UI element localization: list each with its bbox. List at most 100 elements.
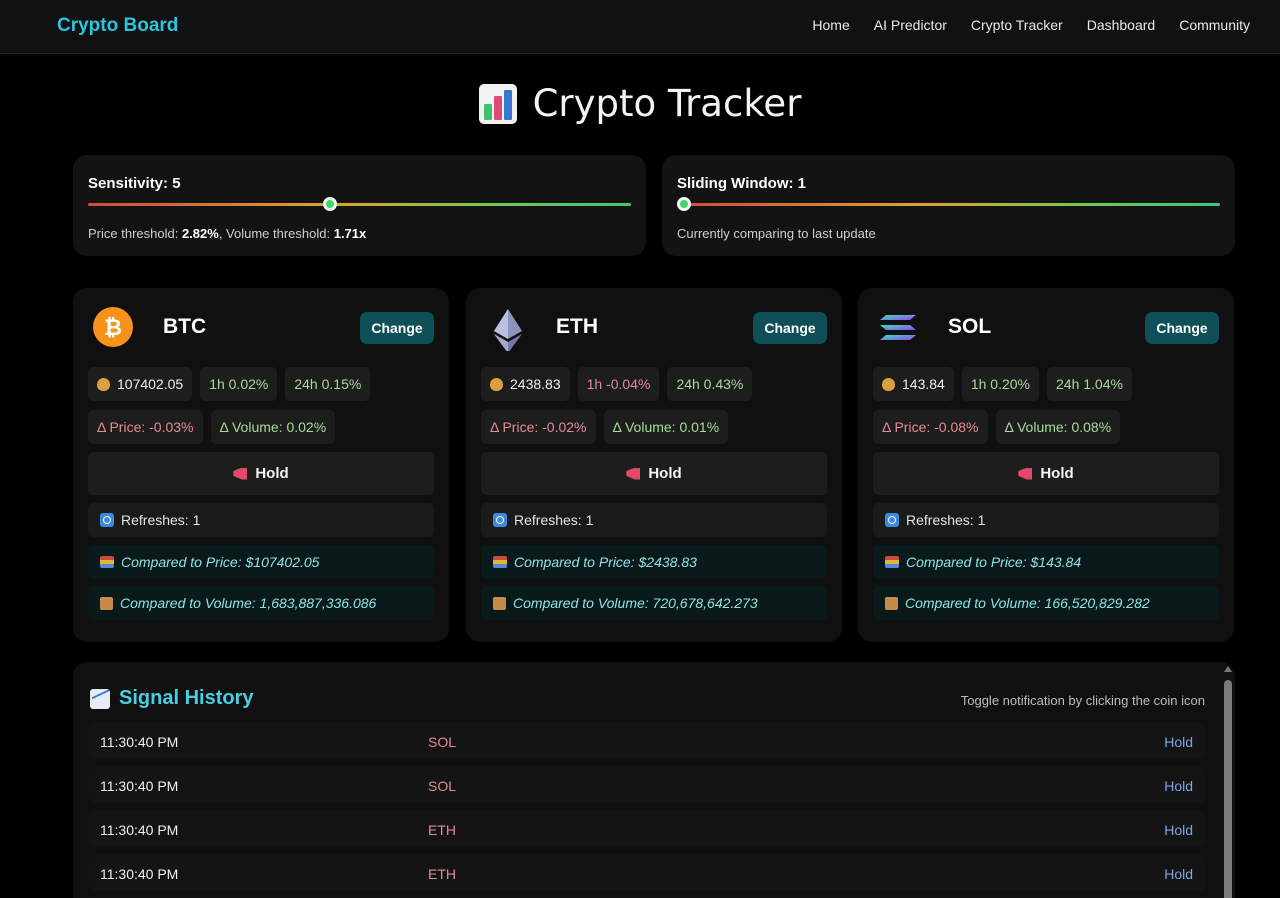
history-coin: SOL [428,778,457,794]
ethereum-icon[interactable] [488,303,528,351]
signal-history-panel: Signal History Toggle notification by cl… [73,662,1235,898]
money-bag-icon [490,377,503,391]
change-1h-chip: 1h 0.02% [200,367,278,401]
nav-link-home[interactable]: Home [812,17,849,33]
sensitivity-slider-thumb[interactable] [323,197,337,211]
nav-link-community[interactable]: Community [1179,17,1250,33]
refresh-icon [493,513,507,527]
history-time: 11:30:40 PM [100,734,179,750]
compared-volume: Compared to Volume: 1,683,887,336.086 [88,586,434,620]
history-row: 11:30:40 PM SOL Hold [88,767,1205,803]
sliding-window-note: Currently comparing to last update [677,226,876,241]
abacus-icon [885,556,899,568]
delta-volume-chip: Δ Volume: 0.08% [995,410,1121,444]
notification-hint: Toggle notification by clicking the coin… [960,693,1205,708]
abacus-icon [493,556,507,568]
coin-symbol: SOL [948,315,992,338]
history-time: 11:30:40 PM [100,778,179,794]
delta-price-chip: Δ Price: -0.03% [88,410,203,444]
change-coin-button[interactable]: Change [360,312,434,344]
page-header: Crypto Tracker [0,82,1280,125]
nav-link-crypto-tracker[interactable]: Crypto Tracker [971,17,1063,33]
signal-history-list: 11:30:40 PM SOL Hold 11:30:40 PM SOL Hol… [88,723,1205,898]
nav-link-dashboard[interactable]: Dashboard [1087,17,1156,33]
history-coin: SOL [428,734,457,750]
navbar: Crypto Board Home AI Predictor Crypto Tr… [0,0,1280,54]
scrollbar-thumb[interactable] [1224,680,1232,898]
delta-price-chip: Δ Price: -0.02% [481,410,596,444]
sliding-window-label: Sliding Window: 1 [677,175,807,192]
history-row: 11:30:40 PM ETH Hold [88,855,1205,891]
abacus-icon [100,556,114,568]
price-chip: 107402.05 [88,367,193,401]
compared-price: Compared to Price: $2438.83 [481,545,827,579]
signal-indicator: Hold [873,452,1219,495]
sliding-window-slider[interactable] [677,197,1220,211]
brand-logo[interactable]: Crypto Board [57,15,178,37]
refresh-icon [100,513,114,527]
delta-volume-chip: Δ Volume: 0.02% [210,410,336,444]
volume-threshold-value: 1.71x [333,226,367,241]
bitcoin-icon[interactable]: ₿ [93,307,133,347]
change-24h-chip: 24h 1.04% [1047,367,1132,401]
coin-symbol: BTC [163,315,207,338]
sensitivity-label: Sensitivity: 5 [88,175,181,192]
money-bag-icon [97,377,110,391]
nav-link-ai-predictor[interactable]: AI Predictor [874,17,947,33]
change-1h-chip: 1h -0.04% [577,367,660,401]
history-row: 11:30:40 PM ETH Hold [88,811,1205,847]
refresh-icon [885,513,899,527]
svg-text:₿: ₿ [104,316,122,341]
price-threshold-value: 2.82% [181,226,219,241]
sliding-window-slider-thumb[interactable] [677,197,691,211]
compared-volume: Compared to Volume: 166,520,829.282 [873,586,1219,620]
coin-symbol: ETH [556,315,598,338]
change-coin-button[interactable]: Change [1145,312,1219,344]
change-1h-chip: 1h 0.20% [961,367,1039,401]
delta-price-chip: Δ Price: -0.08% [873,410,988,444]
compared-price: Compared to Price: $143.84 [873,545,1219,579]
history-scrollbar[interactable] [1224,666,1232,898]
sliding-window-panel: Sliding Window: 1 Currently comparing to… [662,155,1235,256]
compared-volume: Compared to Volume: 720,678,642.273 [481,586,827,620]
package-icon [493,596,506,610]
price-chip: 2438.83 [481,367,570,401]
price-chip: 143.84 [873,367,954,401]
megaphone-icon [626,467,641,480]
history-signal[interactable]: Hold [1164,822,1193,838]
coin-card-btc: ₿ BTC Change 107402.05 1h 0.02% 24h 0.15… [73,288,449,642]
megaphone-icon [1018,467,1033,480]
solana-icon[interactable] [878,307,918,347]
history-signal[interactable]: Hold [1164,734,1193,750]
history-signal[interactable]: Hold [1164,866,1193,882]
megaphone-icon [233,467,248,480]
signal-history-header: Signal History [90,687,253,710]
coin-card-eth: ETH Change 2438.83 1h -0.04% 24h 0.43% Δ… [466,288,842,642]
package-icon [885,596,898,610]
delta-volume-chip: Δ Volume: 0.01% [603,410,729,444]
history-signal[interactable]: Hold [1164,778,1193,794]
page-title: Crypto Tracker [532,82,802,125]
chart-increasing-icon [90,688,110,709]
bar-chart-icon [478,83,517,124]
scroll-up-arrow-icon[interactable] [1224,666,1232,672]
history-coin: ETH [428,822,456,838]
package-icon [100,596,113,610]
sensitivity-slider[interactable] [88,197,631,211]
money-bag-icon [882,377,895,391]
history-coin: ETH [428,866,456,882]
compared-price: Compared to Price: $107402.05 [88,545,434,579]
signal-indicator: Hold [481,452,827,495]
history-row: 11:30:40 PM SOL Hold [88,723,1205,759]
refresh-count: Refreshes: 1 [88,503,434,537]
signal-history-title: Signal History [119,687,254,709]
signal-indicator: Hold [88,452,434,495]
change-24h-chip: 24h 0.15% [285,367,371,401]
threshold-note: Price threshold: 2.82%, Volume threshold… [88,226,367,241]
change-coin-button[interactable]: Change [753,312,827,344]
sensitivity-panel: Sensitivity: 5 Price threshold: 2.82%, V… [73,155,646,256]
history-time: 11:30:40 PM [100,866,179,882]
change-24h-chip: 24h 0.43% [667,367,753,401]
coin-card-sol: SOL Change 143.84 1h 0.20% 24h 1.04% Δ P… [858,288,1234,642]
refresh-count: Refreshes: 1 [481,503,827,537]
